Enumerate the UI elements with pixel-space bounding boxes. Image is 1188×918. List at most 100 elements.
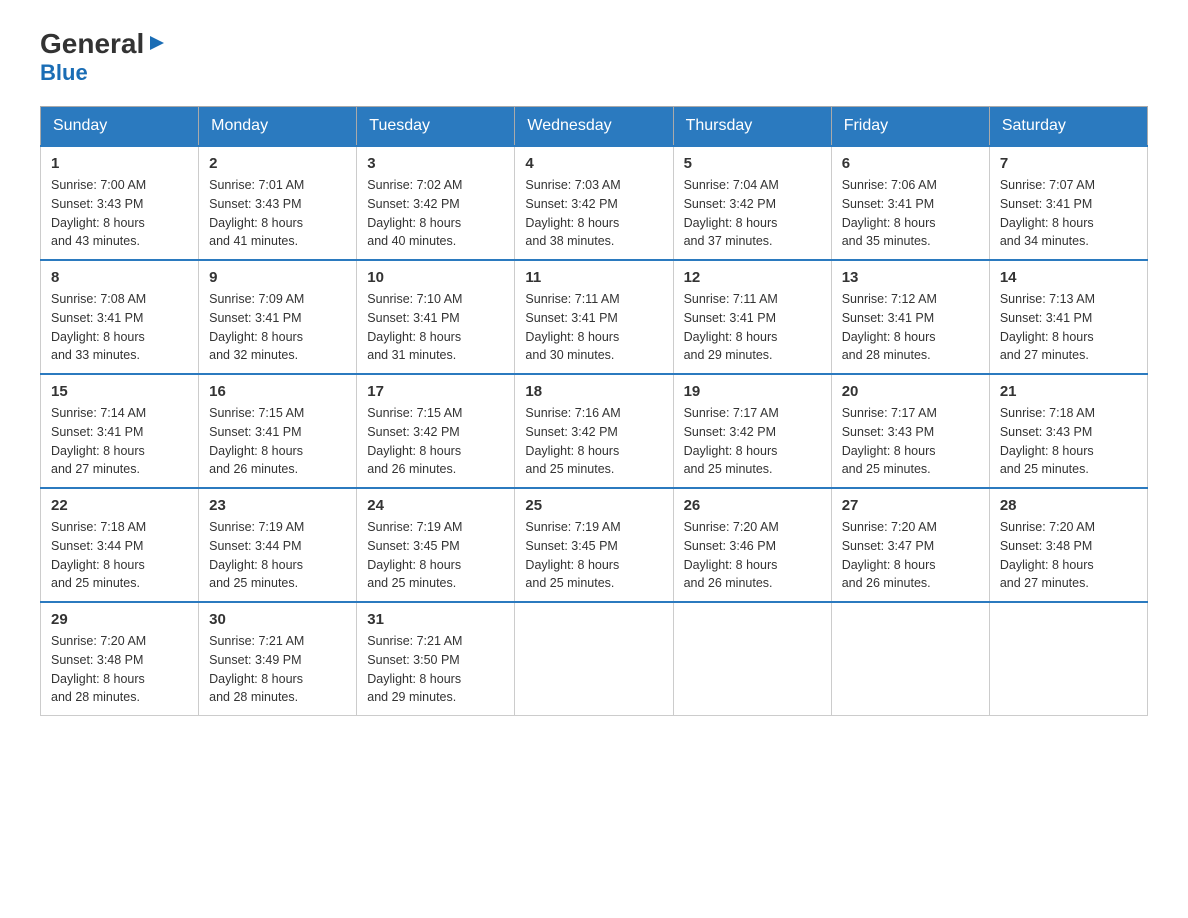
calendar-cell: 19 Sunrise: 7:17 AM Sunset: 3:42 PM Dayl… bbox=[673, 374, 831, 488]
day-info: Sunrise: 7:10 AM Sunset: 3:41 PM Dayligh… bbox=[367, 290, 504, 365]
day-info: Sunrise: 7:15 AM Sunset: 3:42 PM Dayligh… bbox=[367, 404, 504, 479]
day-info: Sunrise: 7:13 AM Sunset: 3:41 PM Dayligh… bbox=[1000, 290, 1137, 365]
day-info: Sunrise: 7:21 AM Sunset: 3:49 PM Dayligh… bbox=[209, 632, 346, 707]
calendar-cell: 31 Sunrise: 7:21 AM Sunset: 3:50 PM Dayl… bbox=[357, 602, 515, 716]
day-number: 22 bbox=[51, 497, 188, 514]
day-info: Sunrise: 7:16 AM Sunset: 3:42 PM Dayligh… bbox=[525, 404, 662, 479]
day-info: Sunrise: 7:20 AM Sunset: 3:48 PM Dayligh… bbox=[51, 632, 188, 707]
day-number: 6 bbox=[842, 155, 979, 172]
day-info: Sunrise: 7:07 AM Sunset: 3:41 PM Dayligh… bbox=[1000, 176, 1137, 251]
logo-blue: Blue bbox=[40, 60, 88, 86]
calendar-cell: 3 Sunrise: 7:02 AM Sunset: 3:42 PM Dayli… bbox=[357, 146, 515, 260]
day-info: Sunrise: 7:20 AM Sunset: 3:46 PM Dayligh… bbox=[684, 518, 821, 593]
day-info: Sunrise: 7:18 AM Sunset: 3:44 PM Dayligh… bbox=[51, 518, 188, 593]
day-info: Sunrise: 7:19 AM Sunset: 3:44 PM Dayligh… bbox=[209, 518, 346, 593]
calendar-cell: 11 Sunrise: 7:11 AM Sunset: 3:41 PM Dayl… bbox=[515, 260, 673, 374]
day-number: 23 bbox=[209, 497, 346, 514]
day-info: Sunrise: 7:08 AM Sunset: 3:41 PM Dayligh… bbox=[51, 290, 188, 365]
logo-triangle-icon bbox=[146, 32, 168, 54]
calendar-cell: 17 Sunrise: 7:15 AM Sunset: 3:42 PM Dayl… bbox=[357, 374, 515, 488]
calendar-cell: 29 Sunrise: 7:20 AM Sunset: 3:48 PM Dayl… bbox=[41, 602, 199, 716]
day-number: 26 bbox=[684, 497, 821, 514]
logo-general: General bbox=[40, 30, 144, 58]
calendar-cell: 5 Sunrise: 7:04 AM Sunset: 3:42 PM Dayli… bbox=[673, 146, 831, 260]
calendar-cell: 20 Sunrise: 7:17 AM Sunset: 3:43 PM Dayl… bbox=[831, 374, 989, 488]
calendar-cell: 22 Sunrise: 7:18 AM Sunset: 3:44 PM Dayl… bbox=[41, 488, 199, 602]
day-info: Sunrise: 7:06 AM Sunset: 3:41 PM Dayligh… bbox=[842, 176, 979, 251]
day-number: 14 bbox=[1000, 269, 1137, 286]
day-number: 29 bbox=[51, 611, 188, 628]
day-number: 3 bbox=[367, 155, 504, 172]
day-number: 12 bbox=[684, 269, 821, 286]
calendar-cell: 15 Sunrise: 7:14 AM Sunset: 3:41 PM Dayl… bbox=[41, 374, 199, 488]
day-info: Sunrise: 7:04 AM Sunset: 3:42 PM Dayligh… bbox=[684, 176, 821, 251]
day-number: 8 bbox=[51, 269, 188, 286]
day-info: Sunrise: 7:19 AM Sunset: 3:45 PM Dayligh… bbox=[367, 518, 504, 593]
calendar-cell: 28 Sunrise: 7:20 AM Sunset: 3:48 PM Dayl… bbox=[989, 488, 1147, 602]
weekday-header-tuesday: Tuesday bbox=[357, 107, 515, 147]
day-number: 30 bbox=[209, 611, 346, 628]
calendar-week-row: 22 Sunrise: 7:18 AM Sunset: 3:44 PM Dayl… bbox=[41, 488, 1148, 602]
calendar-cell: 10 Sunrise: 7:10 AM Sunset: 3:41 PM Dayl… bbox=[357, 260, 515, 374]
day-info: Sunrise: 7:02 AM Sunset: 3:42 PM Dayligh… bbox=[367, 176, 504, 251]
weekday-header-wednesday: Wednesday bbox=[515, 107, 673, 147]
calendar-cell: 2 Sunrise: 7:01 AM Sunset: 3:43 PM Dayli… bbox=[199, 146, 357, 260]
calendar-cell bbox=[831, 602, 989, 716]
calendar-cell: 25 Sunrise: 7:19 AM Sunset: 3:45 PM Dayl… bbox=[515, 488, 673, 602]
day-info: Sunrise: 7:19 AM Sunset: 3:45 PM Dayligh… bbox=[525, 518, 662, 593]
day-info: Sunrise: 7:21 AM Sunset: 3:50 PM Dayligh… bbox=[367, 632, 504, 707]
calendar-cell: 14 Sunrise: 7:13 AM Sunset: 3:41 PM Dayl… bbox=[989, 260, 1147, 374]
day-number: 9 bbox=[209, 269, 346, 286]
weekday-header-saturday: Saturday bbox=[989, 107, 1147, 147]
day-info: Sunrise: 7:20 AM Sunset: 3:47 PM Dayligh… bbox=[842, 518, 979, 593]
calendar-cell: 24 Sunrise: 7:19 AM Sunset: 3:45 PM Dayl… bbox=[357, 488, 515, 602]
weekday-header-thursday: Thursday bbox=[673, 107, 831, 147]
calendar-cell: 21 Sunrise: 7:18 AM Sunset: 3:43 PM Dayl… bbox=[989, 374, 1147, 488]
day-number: 15 bbox=[51, 383, 188, 400]
calendar-cell: 6 Sunrise: 7:06 AM Sunset: 3:41 PM Dayli… bbox=[831, 146, 989, 260]
day-info: Sunrise: 7:00 AM Sunset: 3:43 PM Dayligh… bbox=[51, 176, 188, 251]
calendar-cell: 23 Sunrise: 7:19 AM Sunset: 3:44 PM Dayl… bbox=[199, 488, 357, 602]
day-number: 5 bbox=[684, 155, 821, 172]
day-number: 11 bbox=[525, 269, 662, 286]
calendar-cell bbox=[515, 602, 673, 716]
day-info: Sunrise: 7:15 AM Sunset: 3:41 PM Dayligh… bbox=[209, 404, 346, 479]
calendar-cell: 26 Sunrise: 7:20 AM Sunset: 3:46 PM Dayl… bbox=[673, 488, 831, 602]
day-info: Sunrise: 7:11 AM Sunset: 3:41 PM Dayligh… bbox=[684, 290, 821, 365]
day-number: 31 bbox=[367, 611, 504, 628]
weekday-header-friday: Friday bbox=[831, 107, 989, 147]
calendar-header-row: SundayMondayTuesdayWednesdayThursdayFrid… bbox=[41, 107, 1148, 147]
calendar-cell: 16 Sunrise: 7:15 AM Sunset: 3:41 PM Dayl… bbox=[199, 374, 357, 488]
day-number: 16 bbox=[209, 383, 346, 400]
calendar-cell: 4 Sunrise: 7:03 AM Sunset: 3:42 PM Dayli… bbox=[515, 146, 673, 260]
calendar-cell bbox=[673, 602, 831, 716]
day-number: 2 bbox=[209, 155, 346, 172]
day-number: 1 bbox=[51, 155, 188, 172]
day-info: Sunrise: 7:17 AM Sunset: 3:42 PM Dayligh… bbox=[684, 404, 821, 479]
day-number: 19 bbox=[684, 383, 821, 400]
day-number: 17 bbox=[367, 383, 504, 400]
calendar-week-row: 15 Sunrise: 7:14 AM Sunset: 3:41 PM Dayl… bbox=[41, 374, 1148, 488]
calendar-cell: 8 Sunrise: 7:08 AM Sunset: 3:41 PM Dayli… bbox=[41, 260, 199, 374]
day-info: Sunrise: 7:17 AM Sunset: 3:43 PM Dayligh… bbox=[842, 404, 979, 479]
calendar-cell: 7 Sunrise: 7:07 AM Sunset: 3:41 PM Dayli… bbox=[989, 146, 1147, 260]
calendar-cell: 1 Sunrise: 7:00 AM Sunset: 3:43 PM Dayli… bbox=[41, 146, 199, 260]
day-number: 25 bbox=[525, 497, 662, 514]
day-info: Sunrise: 7:12 AM Sunset: 3:41 PM Dayligh… bbox=[842, 290, 979, 365]
day-number: 13 bbox=[842, 269, 979, 286]
calendar-cell: 9 Sunrise: 7:09 AM Sunset: 3:41 PM Dayli… bbox=[199, 260, 357, 374]
day-info: Sunrise: 7:03 AM Sunset: 3:42 PM Dayligh… bbox=[525, 176, 662, 251]
calendar-week-row: 29 Sunrise: 7:20 AM Sunset: 3:48 PM Dayl… bbox=[41, 602, 1148, 716]
day-number: 18 bbox=[525, 383, 662, 400]
calendar-cell: 27 Sunrise: 7:20 AM Sunset: 3:47 PM Dayl… bbox=[831, 488, 989, 602]
calendar-cell: 18 Sunrise: 7:16 AM Sunset: 3:42 PM Dayl… bbox=[515, 374, 673, 488]
day-number: 20 bbox=[842, 383, 979, 400]
day-number: 24 bbox=[367, 497, 504, 514]
day-info: Sunrise: 7:11 AM Sunset: 3:41 PM Dayligh… bbox=[525, 290, 662, 365]
day-info: Sunrise: 7:09 AM Sunset: 3:41 PM Dayligh… bbox=[209, 290, 346, 365]
calendar-week-row: 1 Sunrise: 7:00 AM Sunset: 3:43 PM Dayli… bbox=[41, 146, 1148, 260]
day-number: 21 bbox=[1000, 383, 1137, 400]
day-info: Sunrise: 7:01 AM Sunset: 3:43 PM Dayligh… bbox=[209, 176, 346, 251]
logo: General Blue bbox=[40, 30, 168, 86]
weekday-header-sunday: Sunday bbox=[41, 107, 199, 147]
